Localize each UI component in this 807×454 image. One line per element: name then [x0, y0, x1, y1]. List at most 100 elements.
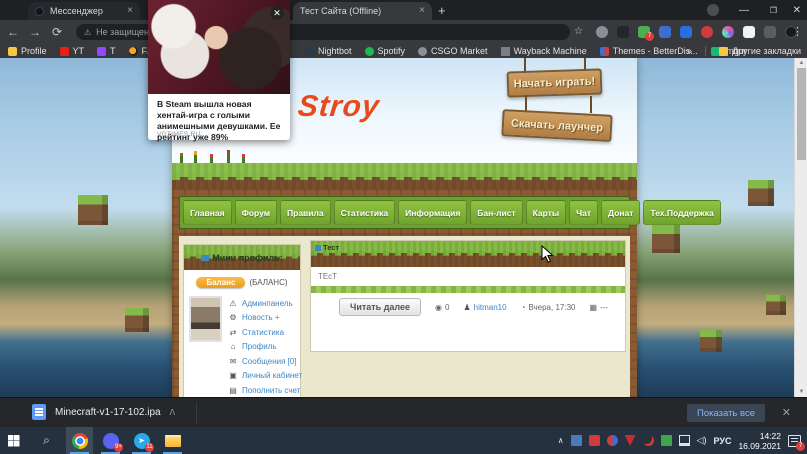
- tray-icon-discord[interactable]: [643, 435, 654, 446]
- balance-button[interactable]: Баланс: [196, 277, 245, 288]
- nav-rules[interactable]: Правила: [280, 200, 331, 225]
- link-statistics[interactable]: ⇄Статистика: [228, 325, 302, 340]
- window-close-button[interactable]: ✕: [793, 0, 801, 20]
- nav-maps[interactable]: Карты: [526, 200, 567, 225]
- download-expand-chevron[interactable]: ᐱ: [170, 408, 175, 417]
- adguard-extension-icon[interactable]: [722, 26, 734, 38]
- download-bar-close-icon[interactable]: ✕: [782, 406, 791, 419]
- sign-rope: [590, 96, 592, 113]
- bookmarks-right-group: Nightbot Spotify CSGO Market Wayback Mac…: [305, 44, 747, 58]
- post-category-icon: [315, 245, 321, 251]
- page-scrollbar[interactable]: ▲ ▼: [794, 58, 807, 397]
- network-display-icon[interactable]: [679, 435, 690, 446]
- download-launcher-button[interactable]: Скачать лаунчер: [501, 109, 612, 142]
- language-indicator[interactable]: РУС: [713, 436, 731, 446]
- post-category[interactable]: Тест: [323, 243, 339, 252]
- show-all-button[interactable]: Показать все: [687, 404, 765, 422]
- link-adminpanel[interactable]: ⚠Админпанель: [228, 296, 302, 311]
- reload-icon[interactable]: ⟳: [46, 25, 68, 39]
- notification-close-icon[interactable]: ✕: [270, 6, 284, 20]
- floating-block-decoration: [700, 330, 722, 352]
- adblock-extension-icon[interactable]: [701, 26, 713, 38]
- tray-icon-cash[interactable]: [661, 435, 672, 446]
- link-topup[interactable]: ▤Пополнить счет: [228, 383, 302, 397]
- start-button[interactable]: [0, 427, 27, 454]
- download-divider: [196, 402, 197, 424]
- action-center-button[interactable]: 7: [788, 435, 801, 447]
- list-extension-icon[interactable]: [764, 26, 776, 38]
- bookmark-nightbot[interactable]: Nightbot: [305, 46, 352, 56]
- scroll-up-arrow[interactable]: ▲: [795, 60, 807, 66]
- spotify-favicon: [365, 47, 374, 56]
- bookmark-twitch[interactable]: T: [97, 46, 116, 56]
- avatar[interactable]: [189, 296, 222, 342]
- vk-extension-icon[interactable]: [617, 26, 629, 38]
- steam-extension-icon[interactable]: [659, 26, 671, 38]
- notification-popup[interactable]: ✕ В Steam вышла новая хентай-игра с голы…: [148, 0, 290, 140]
- tab-close-icon[interactable]: ×: [419, 6, 425, 16]
- link-cabinet[interactable]: ▣Личный кабинет: [228, 369, 302, 384]
- bookmark-spotify[interactable]: Spotify: [365, 46, 406, 56]
- bookmark-profile[interactable]: Profile: [8, 46, 47, 56]
- nav-forum[interactable]: Форум: [235, 200, 277, 225]
- browser-menu-icon[interactable]: ⋮: [792, 25, 803, 38]
- window-maximize-button[interactable]: ❐: [770, 0, 777, 20]
- taskbar: ⌕ 9+ ➤ 11 ∧ ◁) РУС 14:22 16.09.2021 7: [0, 427, 807, 454]
- taskbar-clock[interactable]: 14:22 16.09.2021: [738, 431, 781, 451]
- tab-close-icon[interactable]: ×: [127, 6, 133, 16]
- nav-chat[interactable]: Чат: [569, 200, 598, 225]
- extension-badge: 7: [645, 32, 654, 41]
- tray-icon-vanguard[interactable]: [625, 435, 636, 446]
- downloader-extension-icon[interactable]: [680, 26, 692, 38]
- discord-badge: 9+: [114, 443, 123, 452]
- taskbar-discord[interactable]: 9+: [97, 427, 124, 454]
- search-button[interactable]: ⌕: [33, 427, 60, 454]
- bookmark-star-icon[interactable]: ☆: [574, 26, 583, 37]
- globe-extension-icon[interactable]: [596, 26, 608, 38]
- taskbar-explorer[interactable]: [159, 427, 186, 454]
- taskbar-telegram[interactable]: ➤ 11: [128, 427, 155, 454]
- fj-favicon: [129, 47, 138, 56]
- play-button[interactable]: Начать играть!: [507, 68, 603, 97]
- pointer-extension-icon[interactable]: [743, 26, 755, 38]
- bookmark-themes[interactable]: Themes - BetterDis...: [600, 46, 698, 56]
- telegram-badge: 11: [145, 443, 154, 452]
- tray-icon-card[interactable]: [571, 435, 582, 446]
- new-tab-button[interactable]: +: [438, 3, 446, 18]
- read-more-button[interactable]: Читать далее: [339, 298, 421, 316]
- nav-home[interactable]: Главная: [183, 200, 232, 225]
- nav-donate[interactable]: Донат: [601, 200, 640, 225]
- bookmarks-overflow-chevron[interactable]: »: [687, 46, 692, 56]
- tray-chevron[interactable]: ∧: [558, 436, 564, 445]
- browser-profile-button[interactable]: [707, 0, 719, 20]
- nav-info[interactable]: Информация: [398, 200, 467, 225]
- scroll-down-arrow[interactable]: ▼: [795, 389, 807, 395]
- other-bookmarks-button[interactable]: Другие закладки: [719, 46, 801, 56]
- download-item[interactable]: Minecraft-v1-17-102.ipa ᐱ: [32, 404, 175, 420]
- volume-icon[interactable]: ◁): [697, 435, 707, 446]
- scrollbar-thumb[interactable]: [797, 68, 806, 160]
- link-messages[interactable]: ✉Сообщения [0]: [228, 354, 302, 369]
- bookmark-wayback[interactable]: Wayback Machine: [501, 46, 587, 56]
- nav-stats[interactable]: Статистика: [334, 200, 396, 225]
- tray-icon-opera[interactable]: [607, 435, 618, 446]
- bookmark-youtube[interactable]: YT: [60, 46, 85, 56]
- browser-toolbar: ← → ⟳ ⚠ Не защищено | ☆ 7 ⋮: [0, 20, 807, 44]
- nav-support[interactable]: Тех.Поддержка: [643, 200, 720, 225]
- tab-test-site[interactable]: Тест Сайта (Offline) ×: [293, 2, 432, 20]
- wayback-favicon: [501, 47, 510, 56]
- tab-messenger[interactable]: Мессенджер ×: [28, 2, 140, 20]
- script-extension-icon[interactable]: 7: [638, 26, 650, 38]
- nav-banlist[interactable]: Бан-лист: [470, 200, 522, 225]
- views-meta: ◉0: [435, 303, 449, 312]
- back-icon[interactable]: ←: [2, 25, 24, 39]
- bookmark-csgo-market[interactable]: CSGO Market: [418, 46, 488, 56]
- forward-icon[interactable]: →: [24, 25, 46, 39]
- window-minimize-button[interactable]: —: [739, 0, 749, 20]
- link-news[interactable]: ⚙Новость +: [228, 311, 302, 326]
- link-profile[interactable]: ⌂Профиль: [228, 340, 302, 355]
- post-category-row: Тест: [315, 243, 339, 252]
- author-link[interactable]: ♟hitman10: [463, 303, 506, 312]
- taskbar-chrome[interactable]: [66, 427, 93, 454]
- tray-icon-recorder[interactable]: [589, 435, 600, 446]
